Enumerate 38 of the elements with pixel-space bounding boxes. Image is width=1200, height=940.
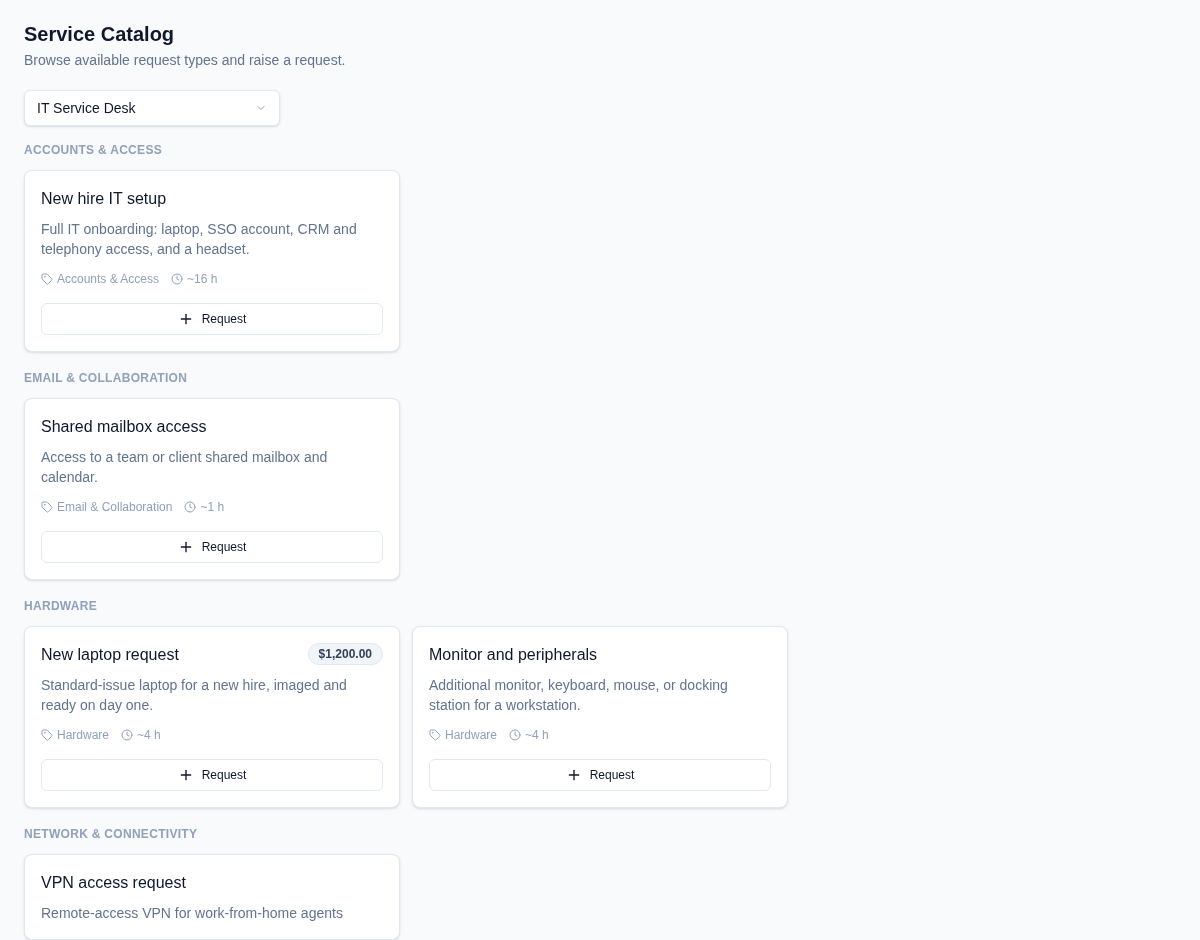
- service-title: New hire IT setup: [41, 189, 167, 209]
- clock-icon: [121, 729, 134, 741]
- page-title: Service Catalog: [24, 22, 176, 47]
- tag-icon: [41, 501, 53, 513]
- duration-label: ~4 h: [525, 727, 549, 743]
- request-button[interactable]: Request: [41, 759, 383, 791]
- service-title: Monitor and peripherals: [429, 645, 598, 665]
- service-description: Full IT onboarding: laptop, SSO account, CRM and telephony access, and a headset.: [41, 220, 358, 259]
- service-title: VPN access request: [41, 873, 186, 893]
- duration-label: ~4 h: [137, 727, 161, 743]
- service-description: Access to a team or client shared mailbox and calendar.: [41, 448, 329, 487]
- service-title: Shared mailbox access: [41, 417, 207, 437]
- tag-icon: [429, 729, 441, 741]
- duration-label: ~16 h: [187, 271, 218, 287]
- section-label: EMAIL & COLLABORATION: [24, 370, 189, 386]
- service-description: Remote-access VPN for work-from-home agents: [41, 904, 344, 923]
- section-label: ACCOUNTS & ACCESS: [24, 142, 163, 158]
- clock-icon: [171, 273, 184, 285]
- catalog-select[interactable]: IT Service Desk: [24, 90, 280, 126]
- service-title: New laptop request: [41, 645, 179, 665]
- page-subtitle: Browse available request types and raise a request.: [24, 51, 347, 70]
- tag-icon: [41, 273, 53, 285]
- category-label: Email & Collaboration: [57, 499, 173, 515]
- section-label: HARDWARE: [24, 598, 99, 614]
- section-label: NETWORK & CONNECTIVITY: [24, 826, 199, 842]
- price-badge: $1,200.00: [307, 643, 383, 665]
- duration-label: ~1 h: [200, 499, 225, 515]
- clock-icon: [509, 729, 522, 741]
- clock-icon: [184, 501, 197, 513]
- category-label: Hardware: [445, 727, 498, 743]
- service-description: Additional monitor, keyboard, mouse, or docking station for a workstation.: [429, 676, 729, 715]
- category-label: Accounts & Access: [57, 271, 160, 287]
- tag-icon: [41, 729, 53, 741]
- request-button[interactable]: Request: [41, 303, 383, 335]
- request-button[interactable]: Request: [429, 759, 771, 791]
- service-description: Standard-issue laptop for a new hire, imaged and ready on day one.: [41, 676, 348, 715]
- category-label: Hardware: [57, 727, 110, 743]
- request-button[interactable]: Request: [41, 531, 383, 563]
